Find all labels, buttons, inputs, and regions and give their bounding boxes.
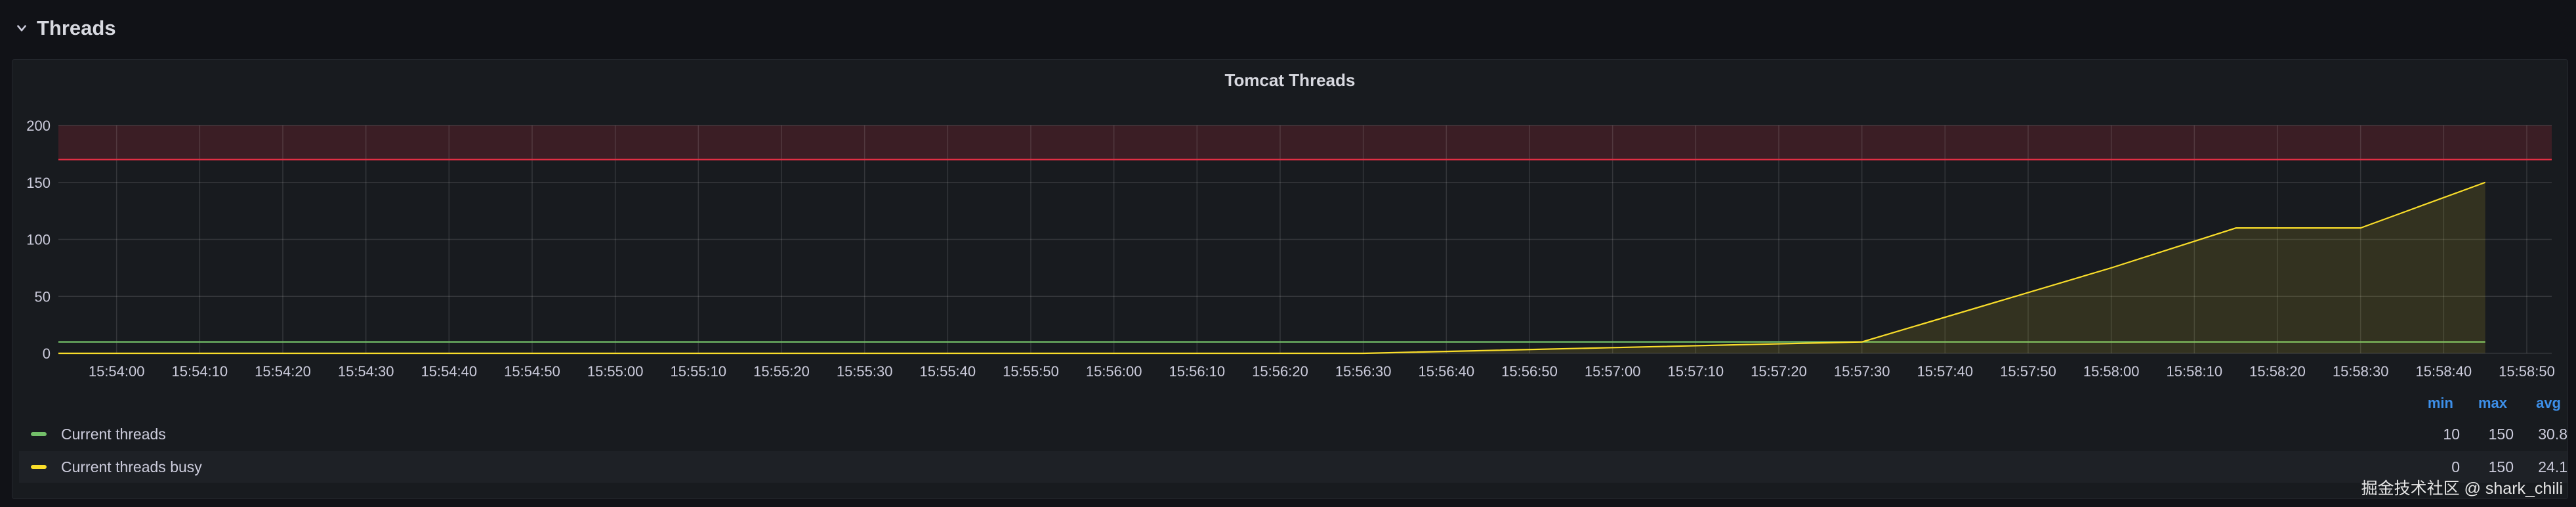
y-tick-label: 150 xyxy=(26,175,51,191)
row-header[interactable]: Threads xyxy=(14,13,116,43)
x-tick-label: 15:55:30 xyxy=(837,363,893,380)
legend-swatch xyxy=(31,432,47,436)
x-tick-label: 15:56:40 xyxy=(1419,363,1475,380)
legend-header-min[interactable]: min xyxy=(2399,395,2453,412)
x-tick-label: 15:54:50 xyxy=(504,363,560,380)
x-tick-label: 15:58:40 xyxy=(2416,363,2472,380)
watermark: 掘金技术社区 @ shark_chili xyxy=(2361,479,2563,498)
x-tick-label: 15:57:10 xyxy=(1668,363,1724,380)
legend-min: 10 xyxy=(2443,425,2460,443)
legend-avg: 30.8 xyxy=(2538,425,2567,443)
x-tick-label: 15:54:10 xyxy=(172,363,228,380)
x-tick-label: 15:57:40 xyxy=(1917,363,1974,380)
legend-label: Current threads xyxy=(61,425,166,443)
legend-header: min max avg xyxy=(2399,395,2561,412)
x-tick-label: 15:57:20 xyxy=(1751,363,1807,380)
y-tick-label: 200 xyxy=(26,118,51,134)
x-tick-label: 15:56:10 xyxy=(1169,363,1226,380)
threshold-region xyxy=(58,125,2552,160)
legend-label: Current threads busy xyxy=(61,458,202,475)
chevron-down-icon[interactable] xyxy=(14,21,29,35)
x-tick-label: 15:57:30 xyxy=(1834,363,1890,380)
legend-header-avg[interactable]: avg xyxy=(2507,395,2561,412)
legend-item-current-threads-busy[interactable]: Current threads busy 0 150 24.1 xyxy=(19,451,2567,483)
legend-item-current-threads[interactable]: Current threads 10 150 30.8 xyxy=(19,418,2567,450)
x-tick-label: 15:58:50 xyxy=(2499,363,2555,380)
chart-plot[interactable]: 15:54:00 15:54:10 15:54:20 15:54:30 15:54:40… xyxy=(12,60,2569,388)
x-tick-label: 15:54:30 xyxy=(338,363,394,380)
x-tick-label: 15:56:20 xyxy=(1252,363,1308,380)
x-tick-label: 15:58:10 xyxy=(2167,363,2223,380)
x-tick-label: 15:58:30 xyxy=(2333,363,2389,380)
x-tick-label: 15:55:40 xyxy=(920,363,976,380)
x-tick-label: 15:57:50 xyxy=(2000,363,2056,380)
x-tick-label: 15:54:00 xyxy=(89,363,145,380)
legend-swatch xyxy=(31,465,47,469)
x-tick-label: 15:56:30 xyxy=(1335,363,1392,380)
x-tick-label: 15:56:50 xyxy=(1501,363,1558,380)
x-tick-label: 15:55:20 xyxy=(753,363,810,380)
x-tick-label: 15:54:20 xyxy=(255,363,311,380)
row-title: Threads xyxy=(37,16,116,39)
legend-header-max[interactable]: max xyxy=(2453,395,2507,412)
legend-min: 0 xyxy=(2451,458,2460,475)
x-tick-label: 15:58:20 xyxy=(2249,363,2306,380)
x-tick-label: 15:55:50 xyxy=(1003,363,1059,380)
y-tick-label: 100 xyxy=(26,232,51,248)
x-tick-label: 15:56:00 xyxy=(1086,363,1142,380)
chart-panel: Tomcat Threads 15:54:00 15:54:10 15:54:20 1… xyxy=(12,59,2568,499)
legend-max: 150 xyxy=(2488,425,2514,443)
x-tick-label: 15:58:00 xyxy=(2083,363,2140,380)
x-tick-label: 15:55:10 xyxy=(671,363,727,380)
legend-avg: 24.1 xyxy=(2538,458,2567,475)
x-tick-label: 15:54:40 xyxy=(421,363,478,380)
series-area-1 xyxy=(58,182,2485,353)
legend-max: 150 xyxy=(2488,458,2514,475)
y-tick-label: 0 xyxy=(43,345,51,362)
x-tick-label: 15:55:00 xyxy=(587,363,644,380)
x-tick-label: 15:57:00 xyxy=(1585,363,1641,380)
y-tick-label: 50 xyxy=(35,288,51,305)
